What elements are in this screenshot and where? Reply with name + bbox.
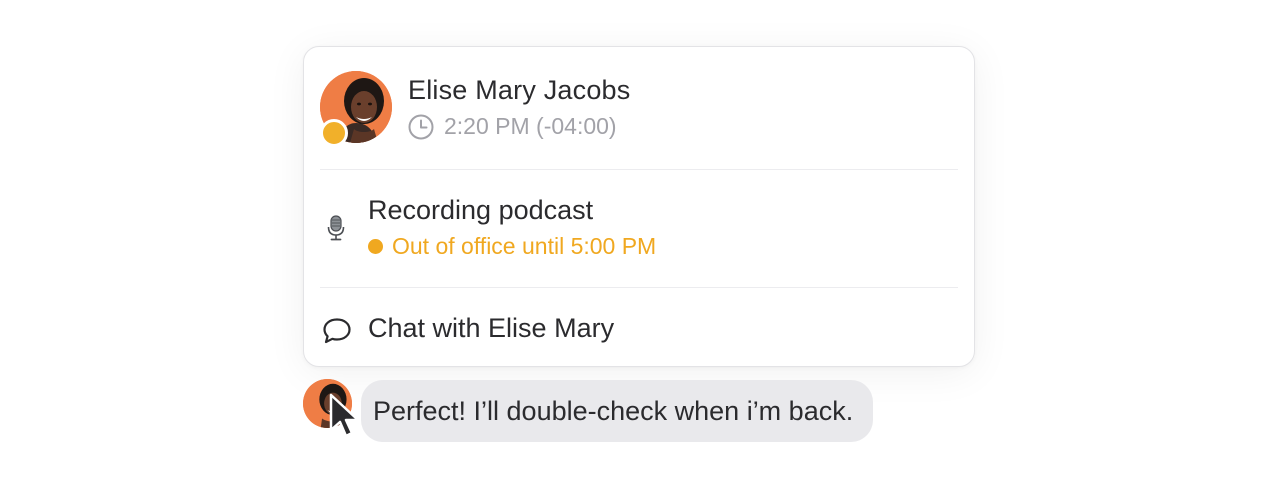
profile-name: Elise Mary Jacobs: [408, 75, 631, 105]
avatar-portrait: [303, 379, 352, 428]
chat-with-button[interactable]: Chat with Elise Mary: [320, 305, 958, 355]
status-title: Recording podcast: [368, 195, 594, 225]
divider: [320, 287, 958, 288]
profile-card: Elise Mary Jacobs 2:20 PM (-04:00) Recor…: [303, 46, 975, 367]
chat-label: Chat with Elise Mary: [368, 313, 615, 343]
availability-row: Out of office until 5:00 PM: [368, 233, 656, 260]
local-time: 2:20 PM (-04:00): [444, 113, 617, 139]
custom-status: Recording podcast Out of office until 5:…: [320, 187, 958, 267]
message-text: Perfect! I’ll double-check when i’m back…: [373, 395, 854, 426]
speech-bubble-icon: [323, 318, 351, 344]
clock-icon: [408, 114, 434, 139]
presence-status-dot: [320, 119, 348, 147]
microphone-icon: [327, 215, 345, 241]
message-avatar[interactable]: [303, 379, 352, 428]
profile-header: Elise Mary Jacobs 2:20 PM (-04:00): [320, 71, 958, 147]
message-bubble[interactable]: Perfect! I’ll double-check when i’m back…: [361, 380, 874, 442]
stage: Elise Mary Jacobs 2:20 PM (-04:00) Recor…: [0, 0, 1280, 480]
local-time-row: 2:20 PM (-04:00): [408, 113, 617, 140]
divider: [320, 169, 958, 170]
away-status-dot: [368, 239, 383, 254]
availability-text: Out of office until 5:00 PM: [392, 233, 657, 259]
